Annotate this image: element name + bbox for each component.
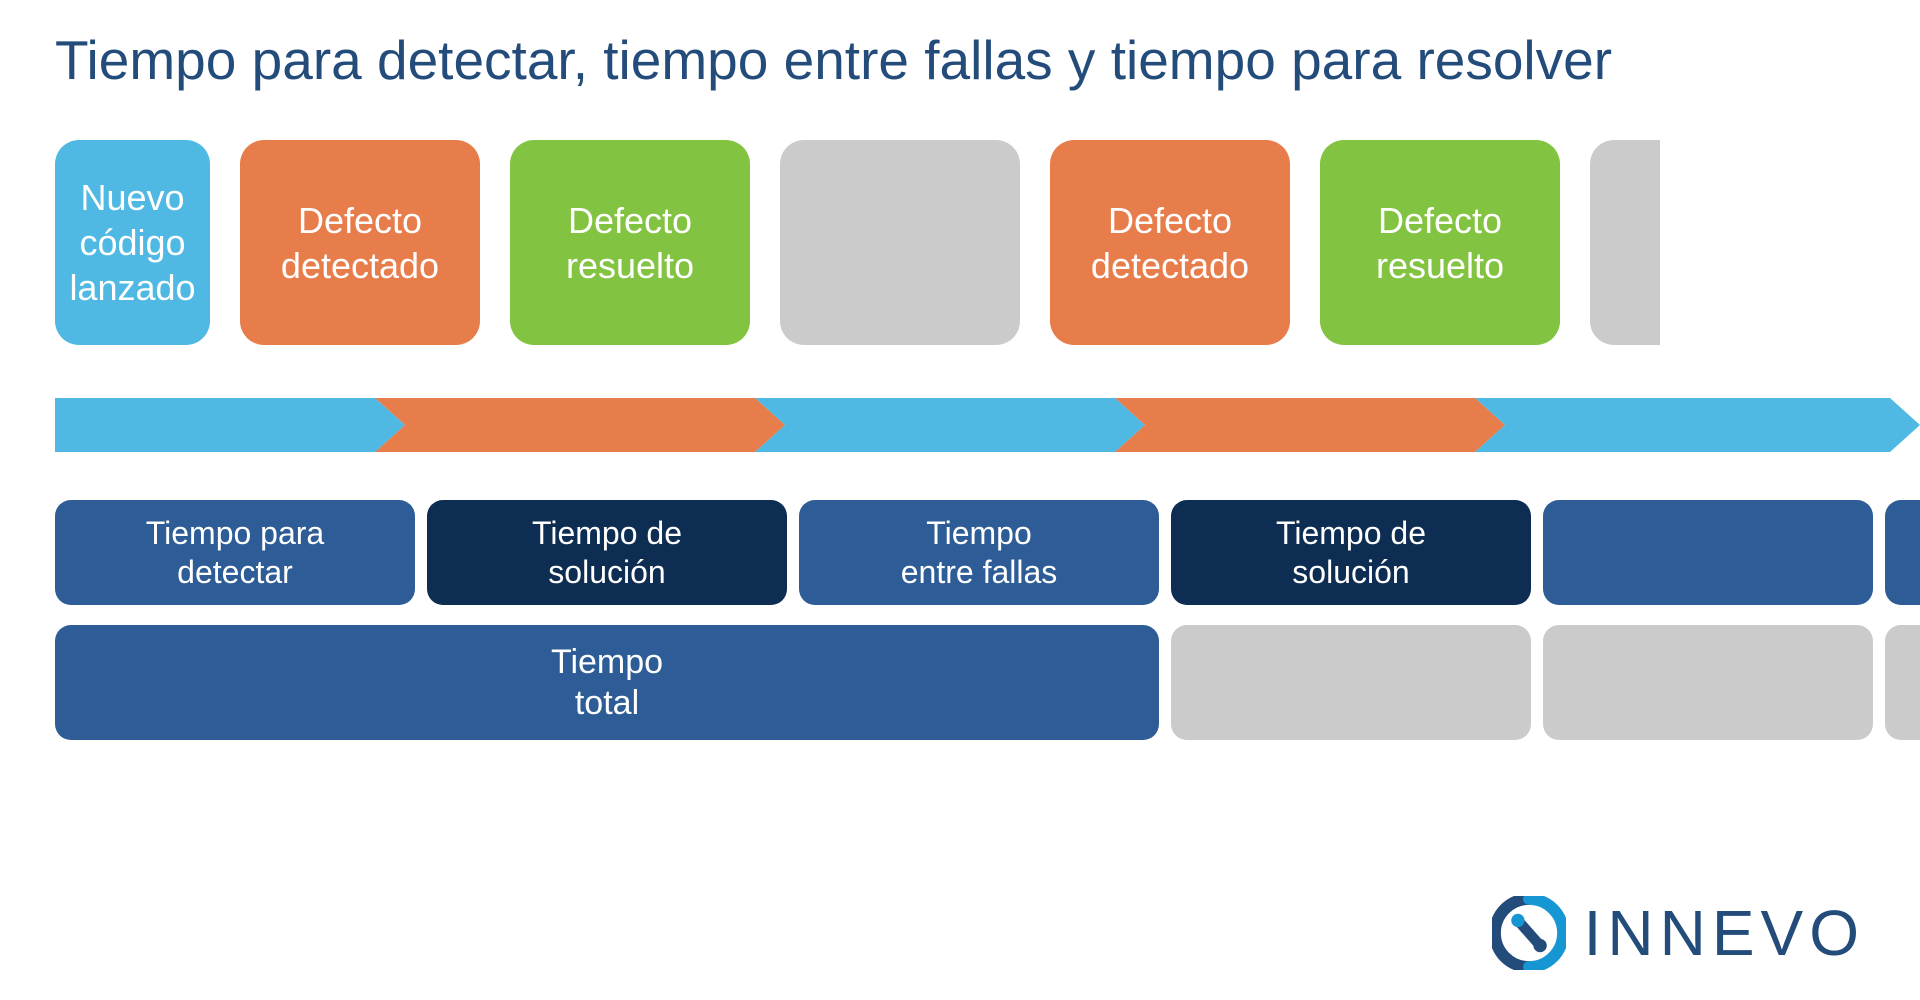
event-box-5: Defecto resuelto — [1320, 140, 1560, 345]
event-label: Defecto detectado — [281, 198, 439, 288]
arrow-segment-1 — [375, 398, 785, 452]
brand-logo: INNEVO — [1492, 896, 1865, 970]
metric-label: Tiempo de solución — [1276, 514, 1426, 591]
metric-label: Tiempo entre fallas — [901, 514, 1058, 591]
event-label: Defecto detectado — [1091, 198, 1249, 288]
event-box-2: Defecto resuelto — [510, 140, 750, 345]
total-bar-0: Tiempo total — [55, 625, 1159, 740]
event-box-6 — [1590, 140, 1660, 345]
timeline-arrow — [55, 398, 1920, 452]
total-bar-3 — [1885, 625, 1920, 740]
event-box-3 — [780, 140, 1020, 345]
event-label: Nuevo código lanzado — [69, 175, 195, 310]
metric-bar-2: Tiempo entre fallas — [799, 500, 1159, 605]
event-box-4: Defecto detectado — [1050, 140, 1290, 345]
metrics-row: Tiempo para detectar Tiempo de solución Ti… — [55, 500, 1920, 605]
metric-bar-3: Tiempo de solución — [1171, 500, 1531, 605]
events-row: Nuevo código lanzado Defecto detectado Def… — [55, 140, 1920, 345]
metric-bar-1: Tiempo de solución — [427, 500, 787, 605]
arrow-segment-2 — [755, 398, 1145, 452]
event-box-0: Nuevo código lanzado — [55, 140, 210, 345]
arrow-icon — [55, 398, 1920, 452]
total-label: Tiempo total — [551, 642, 663, 724]
page-title: Tiempo para detectar, tiempo entre falla… — [55, 28, 1612, 92]
metric-bar-4 — [1543, 500, 1873, 605]
totals-row: Tiempo total — [55, 625, 1920, 740]
total-bar-2 — [1543, 625, 1873, 740]
metric-bar-0: Tiempo para detectar — [55, 500, 415, 605]
event-label: Defecto resuelto — [566, 198, 694, 288]
total-bar-1 — [1171, 625, 1531, 740]
event-box-1: Defecto detectado — [240, 140, 480, 345]
logo-icon — [1492, 896, 1566, 970]
metric-bar-5 — [1885, 500, 1920, 605]
diagram-stage: Tiempo para detectar, tiempo entre falla… — [0, 0, 1920, 1000]
metric-label: Tiempo de solución — [532, 514, 682, 591]
metric-label: Tiempo para detectar — [146, 514, 324, 591]
arrow-segment-3 — [1115, 398, 1505, 452]
arrow-segment-0 — [55, 398, 405, 452]
logo-text: INNEVO — [1584, 896, 1865, 970]
event-label: Defecto resuelto — [1376, 198, 1504, 288]
arrow-segment-4 — [1475, 398, 1920, 452]
